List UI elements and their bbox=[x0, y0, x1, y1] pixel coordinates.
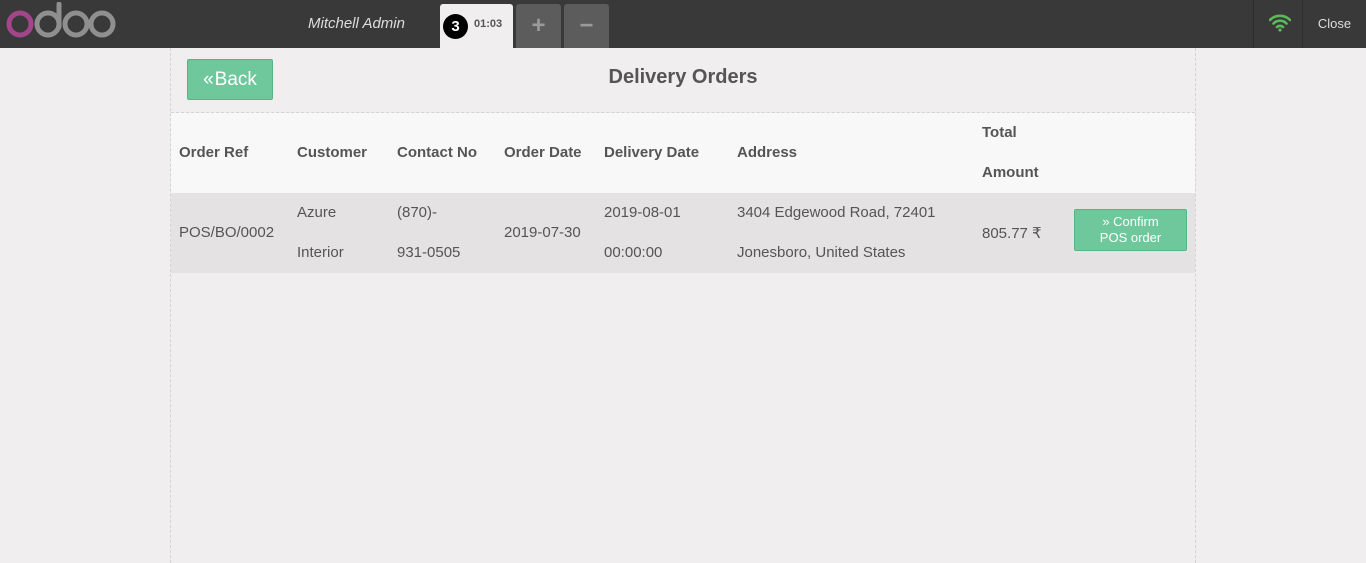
delivery-time: 00:00:00 bbox=[604, 244, 663, 261]
confirm-pos-order-button[interactable]: » Confirm POS order bbox=[1074, 209, 1187, 251]
order-date: 2019-07-30 bbox=[504, 224, 581, 241]
close-button[interactable]: Close bbox=[1302, 0, 1366, 48]
contact-number-cont: 931-0505 bbox=[397, 244, 461, 261]
contact-number: (870)- bbox=[397, 204, 438, 221]
connection-status[interactable] bbox=[1253, 0, 1303, 48]
confirm-label-cont: POS order bbox=[1099, 230, 1162, 245]
order-sequence-badge: 3 bbox=[443, 14, 468, 39]
wifi-icon bbox=[1269, 14, 1291, 32]
delivery-orders-screen: «Back Delivery Orders Order Ref Customer… bbox=[170, 48, 1196, 563]
order-time: 01:03 bbox=[474, 18, 503, 30]
order-ref: POS/BO/0002 bbox=[179, 224, 275, 241]
column-order-date: Order Date bbox=[504, 144, 582, 161]
address-line: 3404 Edgewood Road, 72401 bbox=[737, 204, 936, 221]
odoo-logo bbox=[6, 1, 118, 42]
double-chevron-right-icon: » bbox=[1102, 214, 1110, 229]
table-row[interactable]: POS/BO/0002 Azure Interior (870)- 931-05… bbox=[171, 193, 1195, 273]
delivery-date: 2019-08-01 bbox=[604, 204, 681, 221]
column-delivery-date: Delivery Date bbox=[604, 144, 700, 161]
pos-topbar: Mitchell Admin 3 01:03 + − Close bbox=[0, 0, 1366, 48]
column-total-amount: Amount bbox=[982, 164, 1039, 181]
customer-name: Azure bbox=[297, 204, 337, 221]
column-total: Total bbox=[982, 124, 1017, 141]
column-contact: Contact No bbox=[397, 144, 477, 161]
remove-order-button[interactable]: − bbox=[564, 4, 609, 48]
column-address: Address bbox=[737, 144, 798, 161]
column-order-ref: Order Ref bbox=[179, 144, 249, 161]
customer-name-cont: Interior bbox=[297, 244, 344, 261]
table-header: Order Ref Customer Contact No Order Date… bbox=[171, 113, 1195, 193]
order-tab[interactable]: 3 01:03 bbox=[440, 4, 513, 48]
column-customer: Customer bbox=[297, 144, 368, 161]
total-amount: 805.77 ₹ bbox=[982, 225, 1042, 242]
cashier-name[interactable]: Mitchell Admin bbox=[308, 15, 405, 32]
page-title: Delivery Orders bbox=[608, 66, 758, 88]
confirm-label: Confirm bbox=[1113, 214, 1159, 229]
address-city: Jonesboro, United States bbox=[737, 244, 906, 261]
add-order-button[interactable]: + bbox=[516, 4, 561, 48]
